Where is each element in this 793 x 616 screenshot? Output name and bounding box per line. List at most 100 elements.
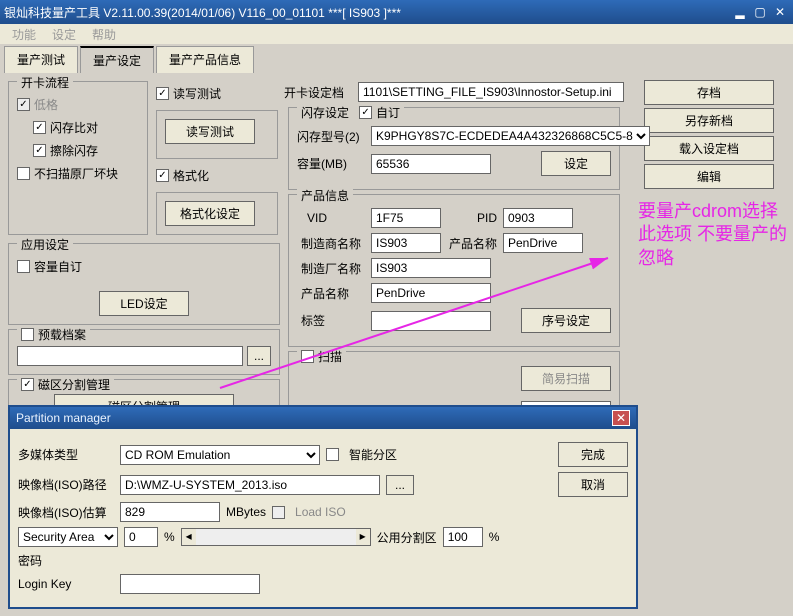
cancel-button[interactable]: 取消 <box>558 472 628 497</box>
menu-setting[interactable]: 设定 <box>44 24 84 45</box>
dialog-titlebar: Partition manager ✕ <box>10 407 636 429</box>
flash-setting-label: 闪存设定 <box>301 104 349 121</box>
save-button[interactable]: 存档 <box>644 80 774 105</box>
flash-compare-checkbox[interactable] <box>33 121 46 134</box>
security-area-select[interactable]: Security Area <box>18 527 118 547</box>
rw-test-button[interactable]: 读写测试 <box>165 119 255 144</box>
prod2-input[interactable] <box>371 283 491 303</box>
rw-test-checkbox[interactable] <box>156 87 169 100</box>
card-setting-input[interactable] <box>358 82 624 102</box>
scan-checkbox[interactable] <box>301 350 314 363</box>
simple-scan-button: 简易扫描 <box>521 366 611 391</box>
pid-label: PID <box>447 211 497 225</box>
mfg-label: 制造商名称 <box>297 235 365 252</box>
flash-compare-label: 闪存比对 <box>50 119 98 136</box>
set-button[interactable]: 设定 <box>541 151 611 176</box>
pct2: % <box>489 530 500 544</box>
preload-path-input[interactable] <box>17 346 243 366</box>
minimize-btn[interactable]: ▂ <box>731 4 749 20</box>
maximize-btn[interactable]: ▢ <box>751 4 769 20</box>
clear-flash-label: 擦除闪存 <box>50 142 98 159</box>
capacity-label: 容量自订 <box>34 258 82 275</box>
iso-est-label: 映像档(ISO)估算 <box>18 504 114 521</box>
capacity-input[interactable] <box>371 154 491 174</box>
load-iso-label: Load ISO <box>295 505 346 519</box>
password-label: 密码 <box>18 552 114 569</box>
prod-input[interactable] <box>503 233 583 253</box>
partition-manager-dialog: Partition manager ✕ 多媒体类型 CD ROM Emulati… <box>8 405 638 609</box>
clear-flash-checkbox[interactable] <box>33 144 46 157</box>
preload-label: 预载档案 <box>38 326 86 343</box>
save-as-button[interactable]: 另存新档 <box>644 108 774 133</box>
preload-browse-button[interactable]: ... <box>247 346 271 366</box>
custom-checkbox[interactable] <box>359 106 372 119</box>
iso-path-input[interactable] <box>120 475 380 495</box>
load-button[interactable]: 载入设定档 <box>644 136 774 161</box>
custom-label: 自订 <box>376 104 400 121</box>
tab-mp-setting[interactable]: 量产设定 <box>80 46 154 73</box>
tab-mp-product[interactable]: 量产产品信息 <box>156 46 254 73</box>
done-button[interactable]: 完成 <box>558 442 628 467</box>
edit-button[interactable]: 编辑 <box>644 164 774 189</box>
factory-input[interactable] <box>371 258 491 278</box>
smart-checkbox[interactable] <box>326 448 339 461</box>
iso-est-input[interactable] <box>120 502 220 522</box>
menu-help[interactable]: 帮助 <box>84 24 124 45</box>
no-scan-bad-checkbox[interactable] <box>17 167 30 180</box>
pct1: % <box>164 530 175 544</box>
iso-path-label: 映像档(ISO)路径 <box>18 476 114 493</box>
flash-type-select[interactable]: K9PHGY8S7C-ECDEDEA4A432326868C5C5-8 <box>371 126 650 146</box>
slider-inc[interactable]: ▸ <box>356 529 370 545</box>
low-level-checkbox <box>17 98 30 111</box>
title-text: 银灿科技量产工具 V2.11.00.39(2014/01/06) V116_00… <box>4 4 729 21</box>
led-button[interactable]: LED设定 <box>99 291 189 316</box>
capacity-mb-label: 容量(MB) <box>297 155 365 172</box>
titlebar: 银灿科技量产工具 V2.11.00.39(2014/01/06) V116_00… <box>0 0 793 24</box>
pid-input[interactable] <box>503 208 573 228</box>
tab-mp-test[interactable]: 量产测试 <box>4 46 78 73</box>
prod-label: 产品名称 <box>447 235 497 252</box>
mfg-input[interactable] <box>371 233 441 253</box>
low-level-label: 低格 <box>34 96 58 113</box>
factory-label: 制造厂名称 <box>297 260 365 277</box>
serial-button[interactable]: 序号设定 <box>521 308 611 333</box>
iso-browse-button[interactable]: ... <box>386 475 414 495</box>
tag-label: 标签 <box>297 312 365 329</box>
login-key-label: Login Key <box>18 577 114 591</box>
tab-bar: 量产测试 量产设定 量产产品信息 <box>4 46 789 73</box>
mbytes-label: MBytes <box>226 505 266 519</box>
partition-label: 磁区分割管理 <box>38 376 110 393</box>
login-key-input[interactable] <box>120 574 260 594</box>
rw-test-label: 读写测试 <box>173 85 221 102</box>
capacity-checkbox[interactable] <box>17 260 30 273</box>
smart-label: 智能分区 <box>349 446 397 463</box>
partition-checkbox[interactable] <box>21 378 34 391</box>
security-pct-input[interactable] <box>124 527 158 547</box>
mm-type-label: 多媒体类型 <box>18 446 114 463</box>
preload-checkbox[interactable] <box>21 328 34 341</box>
scan-label: 扫描 <box>318 348 342 365</box>
load-iso-checkbox <box>272 506 285 519</box>
vid-input[interactable] <box>371 208 441 228</box>
flash-type-label: 闪存型号(2) <box>297 128 365 145</box>
no-scan-bad-label: 不扫描原厂坏块 <box>34 165 118 182</box>
mm-type-select[interactable]: CD ROM Emulation <box>120 445 320 465</box>
dialog-close-button[interactable]: ✕ <box>612 410 630 426</box>
format-button[interactable]: 格式化设定 <box>165 201 255 226</box>
slider-dec[interactable]: ◂ <box>182 529 196 545</box>
pub-area-label: 公用分割区 <box>377 529 437 546</box>
close-btn[interactable]: ✕ <box>771 4 789 20</box>
dialog-title-text: Partition manager <box>16 411 612 425</box>
open-card-title: 开卡流程 <box>17 74 73 91</box>
format-checkbox[interactable] <box>156 169 169 182</box>
prod2-label: 产品名称 <box>297 285 365 302</box>
annotation-text: 要量产cdrom选择此选项 不要量产的忽略 <box>638 200 788 270</box>
menubar: 功能 设定 帮助 <box>0 24 793 44</box>
product-info-title: 产品信息 <box>297 187 353 204</box>
pub-pct-input[interactable] <box>443 527 483 547</box>
card-setting-label: 开卡设定档 <box>284 84 352 101</box>
vid-label: VID <box>297 211 365 225</box>
tag-input[interactable] <box>371 311 491 331</box>
menu-function[interactable]: 功能 <box>4 24 44 45</box>
app-setting-title: 应用设定 <box>17 236 73 253</box>
